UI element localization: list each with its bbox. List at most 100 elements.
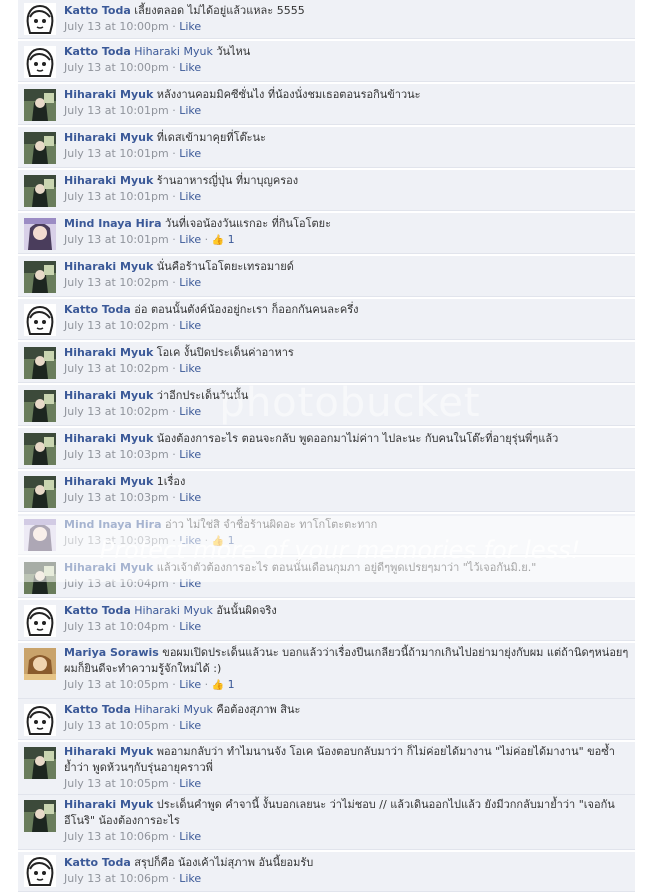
comment-author-link[interactable]: Katto Toda [64, 604, 131, 617]
like-button[interactable]: Like [179, 719, 201, 732]
comment-timestamp[interactable]: July 13 at 10:03pm [64, 491, 169, 504]
avatar[interactable] [24, 261, 56, 293]
comment-meta: July 13 at 10:03pm · Like · 👍 1 [64, 533, 629, 550]
comment-timestamp[interactable]: July 13 at 10:06pm [64, 872, 169, 885]
like-button[interactable]: Like [179, 190, 201, 203]
comment-author-link[interactable]: Katto Toda [64, 45, 131, 58]
mention-link[interactable]: Hiharaki Myuk [134, 604, 213, 617]
comment-timestamp[interactable]: July 13 at 10:04pm [64, 577, 169, 590]
comment-author-link[interactable]: Mariya Sorawis [64, 646, 159, 659]
comment-author-link[interactable]: Hiharaki Myuk [64, 389, 153, 402]
like-count[interactable]: 1 [228, 233, 235, 246]
like-button[interactable]: Like [179, 20, 201, 33]
avatar[interactable] [24, 519, 56, 551]
like-button[interactable]: Like [179, 830, 201, 843]
comment-body: Hiharaki Myuk ว่าอีกประเด็นวันนั้น [64, 387, 629, 404]
like-button[interactable]: Like [179, 276, 201, 289]
like-count[interactable]: 1 [228, 678, 235, 691]
comment-author-link[interactable]: Hiharaki Myuk [64, 131, 153, 144]
like-button[interactable]: Like [179, 620, 201, 633]
comment-author-link[interactable]: Hiharaki Myuk [64, 88, 153, 101]
comment-timestamp[interactable]: July 13 at 10:04pm [64, 620, 169, 633]
separator-dot: · [168, 872, 180, 885]
avatar[interactable] [24, 218, 56, 250]
comment-author-link[interactable]: Hiharaki Myuk [64, 475, 153, 488]
comment-author-link[interactable]: Mind Inaya Hira [64, 518, 162, 531]
comment-timestamp[interactable]: July 13 at 10:03pm [64, 448, 169, 461]
like-button[interactable]: Like [179, 491, 201, 504]
avatar[interactable] [24, 175, 56, 207]
like-button[interactable]: Like [179, 777, 201, 790]
comment-timestamp[interactable]: July 13 at 10:05pm [64, 777, 169, 790]
like-button[interactable]: Like [179, 319, 201, 332]
like-button[interactable]: Like [179, 448, 201, 461]
comment-meta: July 13 at 10:01pm · Like · 👍 1 [64, 232, 629, 249]
comment-timestamp[interactable]: July 13 at 10:01pm [64, 147, 169, 160]
mention-link[interactable]: Hiharaki Myuk [134, 45, 213, 58]
avatar[interactable] [24, 648, 56, 680]
comment-author-link[interactable]: Hiharaki Myuk [64, 745, 153, 758]
avatar[interactable] [24, 704, 56, 736]
like-button[interactable]: Like [179, 577, 201, 590]
thumbs-up-icon[interactable]: 👍 [212, 536, 224, 547]
avatar[interactable] [24, 46, 56, 78]
comment-timestamp[interactable]: July 13 at 10:01pm [64, 233, 169, 246]
comment-author-link[interactable]: Hiharaki Myuk [64, 432, 153, 445]
comment-timestamp[interactable]: July 13 at 10:01pm [64, 104, 169, 117]
avatar[interactable] [24, 605, 56, 637]
like-count[interactable]: 1 [228, 534, 235, 547]
separator-dot: · [168, 276, 180, 289]
comment-timestamp[interactable]: July 13 at 10:06pm [64, 830, 169, 843]
like-button[interactable]: Like [179, 147, 201, 160]
comment-author-link[interactable]: Katto Toda [64, 856, 131, 869]
thumbs-up-icon[interactable]: 👍 [212, 680, 224, 691]
like-button[interactable]: Like [179, 61, 201, 74]
comment-timestamp[interactable]: July 13 at 10:05pm [64, 678, 169, 691]
comment-body: Hiharaki Myuk 1เรื่อง [64, 473, 629, 490]
avatar[interactable] [24, 747, 56, 779]
like-button[interactable]: Like [179, 534, 201, 547]
comment-author-link[interactable]: Hiharaki Myuk [64, 260, 153, 273]
comment-timestamp[interactable]: July 13 at 10:00pm [64, 20, 169, 33]
avatar[interactable] [24, 132, 56, 164]
like-button[interactable]: Like [179, 678, 201, 691]
like-button[interactable]: Like [179, 233, 201, 246]
comment-timestamp[interactable]: July 13 at 10:00pm [64, 61, 169, 74]
like-button[interactable]: Like [179, 872, 201, 885]
comment-author-link[interactable]: Mind Inaya Hira [64, 217, 162, 230]
comment-author-link[interactable]: Hiharaki Myuk [64, 561, 153, 574]
avatar[interactable] [24, 800, 56, 832]
like-button[interactable]: Like [179, 104, 201, 117]
comment-timestamp[interactable]: July 13 at 10:02pm [64, 319, 169, 332]
comment-body: Katto Toda Hiharaki Myuk คือต้องสุภาพ สิ… [64, 701, 629, 718]
comment-meta: July 13 at 10:05pm · Like [64, 776, 629, 792]
like-button[interactable]: Like [179, 362, 201, 375]
comment-author-link[interactable]: Katto Toda [64, 303, 131, 316]
comment-author-link[interactable]: Hiharaki Myuk [64, 174, 153, 187]
avatar[interactable] [24, 3, 56, 35]
comment-timestamp[interactable]: July 13 at 10:05pm [64, 719, 169, 732]
comment-timestamp[interactable]: July 13 at 10:02pm [64, 276, 169, 289]
avatar[interactable] [24, 476, 56, 508]
comment-timestamp[interactable]: July 13 at 10:02pm [64, 405, 169, 418]
avatar[interactable] [24, 433, 56, 465]
avatar[interactable] [24, 89, 56, 121]
comment-item: Katto Toda Hiharaki Myuk อันนั้นผิดจริง J… [18, 600, 635, 641]
comment-author-link[interactable]: Katto Toda [64, 4, 131, 17]
comment-timestamp[interactable]: July 13 at 10:03pm [64, 534, 169, 547]
avatar[interactable] [24, 304, 56, 336]
thumbs-up-icon[interactable]: 👍 [212, 235, 224, 246]
avatar[interactable] [24, 562, 56, 594]
avatar[interactable] [24, 347, 56, 379]
comment-author-link[interactable]: Hiharaki Myuk [64, 346, 153, 359]
like-button[interactable]: Like [179, 405, 201, 418]
mention-link[interactable]: Hiharaki Myuk [134, 703, 213, 716]
avatar[interactable] [24, 855, 56, 887]
avatar[interactable] [24, 390, 56, 422]
comment-timestamp[interactable]: July 13 at 10:02pm [64, 362, 169, 375]
separator-dot: · [168, 233, 180, 246]
comment-meta: July 13 at 10:02pm · Like [64, 404, 629, 420]
comment-author-link[interactable]: Hiharaki Myuk [64, 798, 153, 811]
comment-author-link[interactable]: Katto Toda [64, 703, 131, 716]
comment-timestamp[interactable]: July 13 at 10:01pm [64, 190, 169, 203]
